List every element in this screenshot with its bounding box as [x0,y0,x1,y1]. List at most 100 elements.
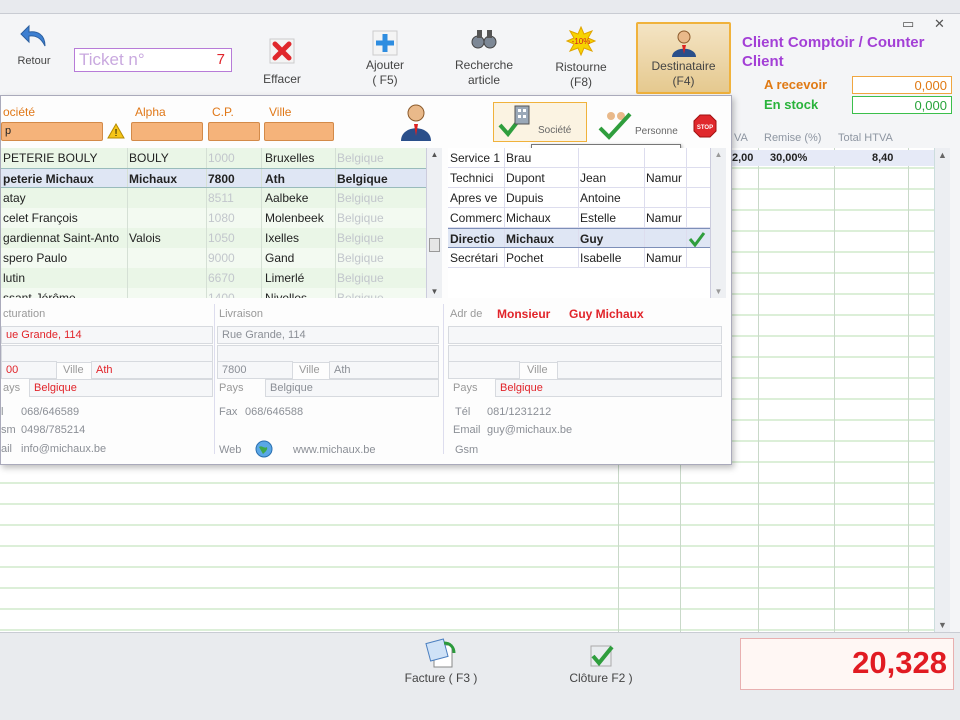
retour-button[interactable]: Retour [10,22,58,69]
facture-button[interactable]: Facture ( F3 ) [396,637,486,686]
effacer-button[interactable]: Effacer [252,36,312,87]
company-ville: Gand [265,251,295,265]
stop-button[interactable]: STOP [693,114,717,138]
person-row[interactable]: Secrétari Pochet Isabelle Namur [448,248,710,268]
company-cp: 1080 [208,211,235,225]
grid-scrollbar[interactable]: ▲ ▼ [934,148,950,632]
company-pays: Belgique [337,271,384,285]
cloture-button[interactable]: Clôture F2 ) [556,641,646,686]
ajouter-button[interactable]: Ajouter ( F5) [352,28,418,88]
ticket-number-field[interactable]: Ticket n° 7 [74,48,232,72]
company-row[interactable]: gardiennat Saint-Anto Valois 1050 Ixelles Be… [1,228,426,248]
minimize-icon[interactable]: ▭ [902,16,914,32]
add-plus-icon [372,30,398,56]
destinataire-key: (F4) [672,74,695,88]
company-cp: 9000 [208,251,235,265]
persons-check-icon [598,112,632,140]
societe-button-label: Société [538,125,572,136]
company-row[interactable]: peterie Michaux Michaux 7800 Ath Belgique [1,168,426,188]
alpha-label: Alpha [135,105,166,119]
close-icon[interactable]: ✕ [934,16,945,32]
destinataire-label: Destinataire [651,59,716,73]
alpha-search-input[interactable] [131,122,203,141]
adr-cp[interactable] [448,361,520,379]
companies-scroll-down-icon[interactable]: ▼ [427,287,442,296]
divider [443,304,444,454]
ristourne-button[interactable]: -10% Ristourne (F8) [548,26,614,90]
adr-pays[interactable]: Belgique [495,379,722,397]
company-row[interactable]: lutin 6670 Limerlé Belgique [1,268,426,288]
persons-scroll-up-icon[interactable]: ▲ [711,150,726,159]
societe-search-input[interactable]: p [1,122,103,141]
contact-person-icon[interactable] [399,102,433,142]
scroll-down-icon[interactable]: ▼ [935,620,950,630]
persons-scroll-down-icon[interactable]: ▼ [711,287,726,296]
adr-address[interactable] [448,326,722,344]
facturation-label: cturation [3,308,46,320]
person-nom: Brau [506,151,532,165]
persons-table[interactable]: Service 1 Brau Technici Dupont Jean Namur Apre… [448,148,710,298]
company-cp: 7800 [208,172,235,186]
person-row[interactable]: Service 1 Brau [448,148,710,168]
facturation-ville[interactable]: Ath [91,361,213,379]
grid-row-1[interactable]: 2,00 30,00% 8,40 [730,150,935,166]
companies-scroll-thumb[interactable] [429,238,440,252]
ajouter-label: Ajouter [365,58,405,72]
adr-email-label: Email [453,424,481,436]
person-row[interactable]: Apres ve Dupuis Antoine [448,188,710,208]
grand-total: 20,328 [740,638,954,690]
adr-ville[interactable] [557,361,722,379]
company-ville: Aalbeke [265,191,309,205]
cp-search-input[interactable] [208,122,260,141]
company-name: spero Paulo [3,251,68,265]
companies-scroll-up-icon[interactable]: ▲ [427,150,442,159]
grid-header: VA Remise (%) Total HTVA [730,128,950,148]
livraison-fax-label: Fax [219,406,238,418]
company-alpha: BOULY [129,151,169,165]
person-row[interactable]: Technici Dupont Jean Namur [448,168,710,188]
facture-label: Facture ( F3 ) [404,671,478,685]
ville-label: Ville [269,105,292,119]
facturation-cp[interactable]: 00 [1,361,57,379]
livraison-address[interactable]: Rue Grande, 114 [217,326,439,344]
person-ville: Namur [646,171,683,185]
person-service: Commerc [450,211,503,225]
livraison-fax: 068/646588 [245,406,304,418]
company-ville: Limerlé [265,271,305,285]
personne-select-button[interactable]: Personne [593,104,685,142]
facturation-address[interactable]: ue Grande, 114 [1,326,213,344]
a-recevoir-value: 0,000 [852,76,952,94]
company-row[interactable]: PETERIE BOULY BOULY 1000 Bruxelles Belgique [1,148,426,168]
person-service: Technici [450,171,494,185]
societe-select-button[interactable]: Société [493,102,587,142]
company-name: ssant-Jérôme [3,291,76,298]
person-service: Secrétari [450,251,499,265]
person-row[interactable]: Directio Michaux Guy [448,228,710,248]
recherche-label-2: article [467,73,500,87]
company-ville: Nivelles [265,291,308,298]
globe-icon[interactable] [255,440,273,458]
livraison-ville[interactable]: Ath [329,361,439,379]
recherche-article-button[interactable]: Recherche article [446,24,522,88]
livraison-cp[interactable]: 7800 [217,361,293,379]
header-remise: Remise (%) [764,132,822,144]
person-nom: Michaux [506,232,555,246]
scroll-up-icon[interactable]: ▲ [935,150,950,160]
company-row[interactable]: atay 8511 Aalbeke Belgique [1,188,426,208]
destinataire-button[interactable]: Destinataire (F4) [636,22,731,94]
company-row[interactable]: spero Paulo 9000 Gand Belgique [1,248,426,268]
company-row[interactable]: ssant-Jérôme 1400 Nivelles Belgique [1,288,426,298]
company-pays: Belgique [337,151,384,165]
person-row[interactable]: Commerc Michaux Estelle Namur [448,208,710,228]
companies-scrollbar[interactable]: ▲ ▼ [426,148,442,298]
persons-scrollbar[interactable]: ▲ ▼ [710,148,726,298]
company-ville: Ath [265,172,285,186]
livraison-label: Livraison [219,308,264,320]
companies-table[interactable]: PETERIE BOULY BOULY 1000 Bruxelles Belgique p… [1,148,426,298]
livraison-pays[interactable]: Belgique [265,379,439,397]
cp-label: C.P. [212,105,234,119]
ville-search-input[interactable] [264,122,334,141]
company-row[interactable]: celet François 1080 Molenbeek Belgique [1,208,426,228]
livraison-web[interactable]: www.michaux.be [293,444,376,456]
facturation-pays[interactable]: Belgique [29,379,213,397]
